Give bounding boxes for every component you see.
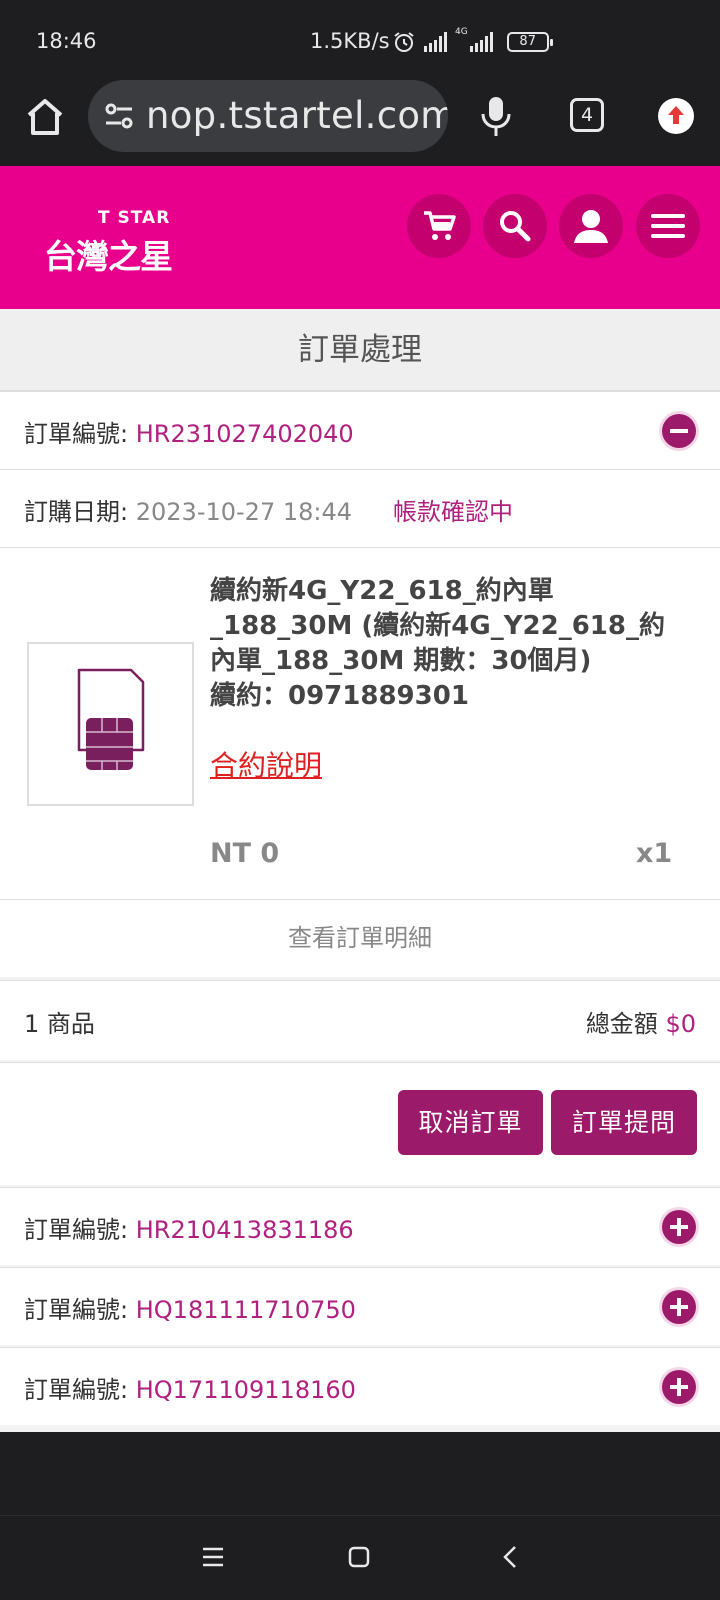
user-icon <box>574 210 608 243</box>
contract-link[interactable]: 合約說明 <box>210 744 322 784</box>
status-time: 18:46 <box>36 29 97 53</box>
product-item: 續約新4G_Y22_618_約內單_188_30M (續約新4G_Y22_618… <box>0 547 720 899</box>
order-number-label: 訂單編號: <box>24 1216 129 1244</box>
status-icons: 4G 87 <box>392 27 553 56</box>
cart-button[interactable] <box>407 194 471 258</box>
url-text[interactable]: nop.tstartel.com <box>146 94 448 137</box>
site-settings-icon[interactable] <box>104 102 134 130</box>
system-nav-bar <box>0 1515 720 1600</box>
status-bar: 18:46 1.5KB/s 4G 87 <box>0 0 720 80</box>
product-name: 續約新4G_Y22_618_約內單_188_30M (續約新4G_Y22_618… <box>210 576 665 676</box>
expand-icon[interactable] <box>662 1370 696 1404</box>
mic-icon[interactable] <box>478 94 514 138</box>
cancel-order-button[interactable]: 取消訂單 <box>398 1090 543 1155</box>
logo-text-zh: 台灣之星 <box>44 237 173 276</box>
order-number: HR231027402040 <box>135 420 354 448</box>
order-header[interactable]: 訂單編號: HR231027402040 <box>0 391 720 469</box>
page-title: 訂單處理 <box>0 309 720 391</box>
total-label: 總金額 <box>585 1010 658 1038</box>
order-date-row: 訂購日期: 2023-10-27 18:44 帳款確認中 <box>0 469 720 547</box>
browser-toolbar: nop.tstartel.com 4 <box>0 80 720 166</box>
cart-icon <box>424 211 456 240</box>
order-number-label: 訂單編號: <box>24 1376 129 1404</box>
order-row[interactable]: 訂單編號: HR210413831186 <box>0 1187 720 1265</box>
collapse-icon[interactable] <box>662 414 696 448</box>
product-qty: x1 <box>636 838 673 869</box>
order-number: HR210413831186 <box>135 1216 354 1244</box>
order-status: 帳款確認中 <box>393 498 513 526</box>
menu-icon <box>651 214 685 238</box>
product-price: NT 0 <box>210 838 280 869</box>
site-header: T STAR 台灣之星 <box>0 166 720 309</box>
order-date: 2023-10-27 18:44 <box>135 498 353 526</box>
account-button[interactable] <box>559 194 623 258</box>
menu-button[interactable] <box>636 194 700 258</box>
home-nav-icon[interactable] <box>344 1542 374 1572</box>
total-value: $0 <box>665 1010 696 1038</box>
signal-icon <box>424 32 447 52</box>
signal-4g-icon <box>469 32 493 52</box>
logo-text-en: T STAR <box>98 208 171 228</box>
tabs-icon[interactable]: 4 <box>570 98 604 132</box>
order-number: HQ181111710750 <box>135 1296 356 1324</box>
renewal-number: 續約：0971889301 <box>210 681 469 711</box>
alarm-icon <box>394 32 414 52</box>
order-question-button[interactable]: 訂單提問 <box>551 1090 697 1155</box>
view-order-detail[interactable]: 查看訂單明細 <box>0 899 720 977</box>
search-icon <box>500 211 531 242</box>
battery-icon: 87 <box>506 32 553 52</box>
search-button[interactable] <box>483 194 547 258</box>
expand-icon[interactable] <box>662 1210 696 1244</box>
expand-icon[interactable] <box>662 1290 696 1324</box>
order-page: 訂單處理 訂單編號: HR231027402040 訂購日期: 2023-10-… <box>0 309 720 1432</box>
status-net-speed: 1.5KB/s <box>310 29 390 53</box>
recents-icon[interactable] <box>198 1542 228 1572</box>
order-number: HQ171109118160 <box>135 1376 356 1404</box>
order-number-label: 訂單編號: <box>24 420 129 448</box>
order-number-label: 訂單編號: <box>24 1296 129 1324</box>
order-row[interactable]: 訂單編號: HQ171109118160 <box>0 1347 720 1425</box>
back-icon[interactable] <box>496 1542 526 1572</box>
order-summary: 1 商品 總金額 $0 <box>0 980 720 1060</box>
items-count: 1 商品 <box>24 1010 95 1038</box>
order-actions: 取消訂單 訂單提問 <box>0 1062 720 1185</box>
sim-card-icon <box>77 668 145 770</box>
url-bar[interactable]: nop.tstartel.com <box>88 80 448 152</box>
network-type: 4G <box>455 27 468 37</box>
sim-card-image <box>27 642 194 806</box>
update-icon[interactable] <box>658 98 694 134</box>
order-date-label: 訂購日期: <box>24 498 129 526</box>
home-icon[interactable] <box>22 94 68 140</box>
order-row[interactable]: 訂單編號: HQ181111710750 <box>0 1267 720 1345</box>
